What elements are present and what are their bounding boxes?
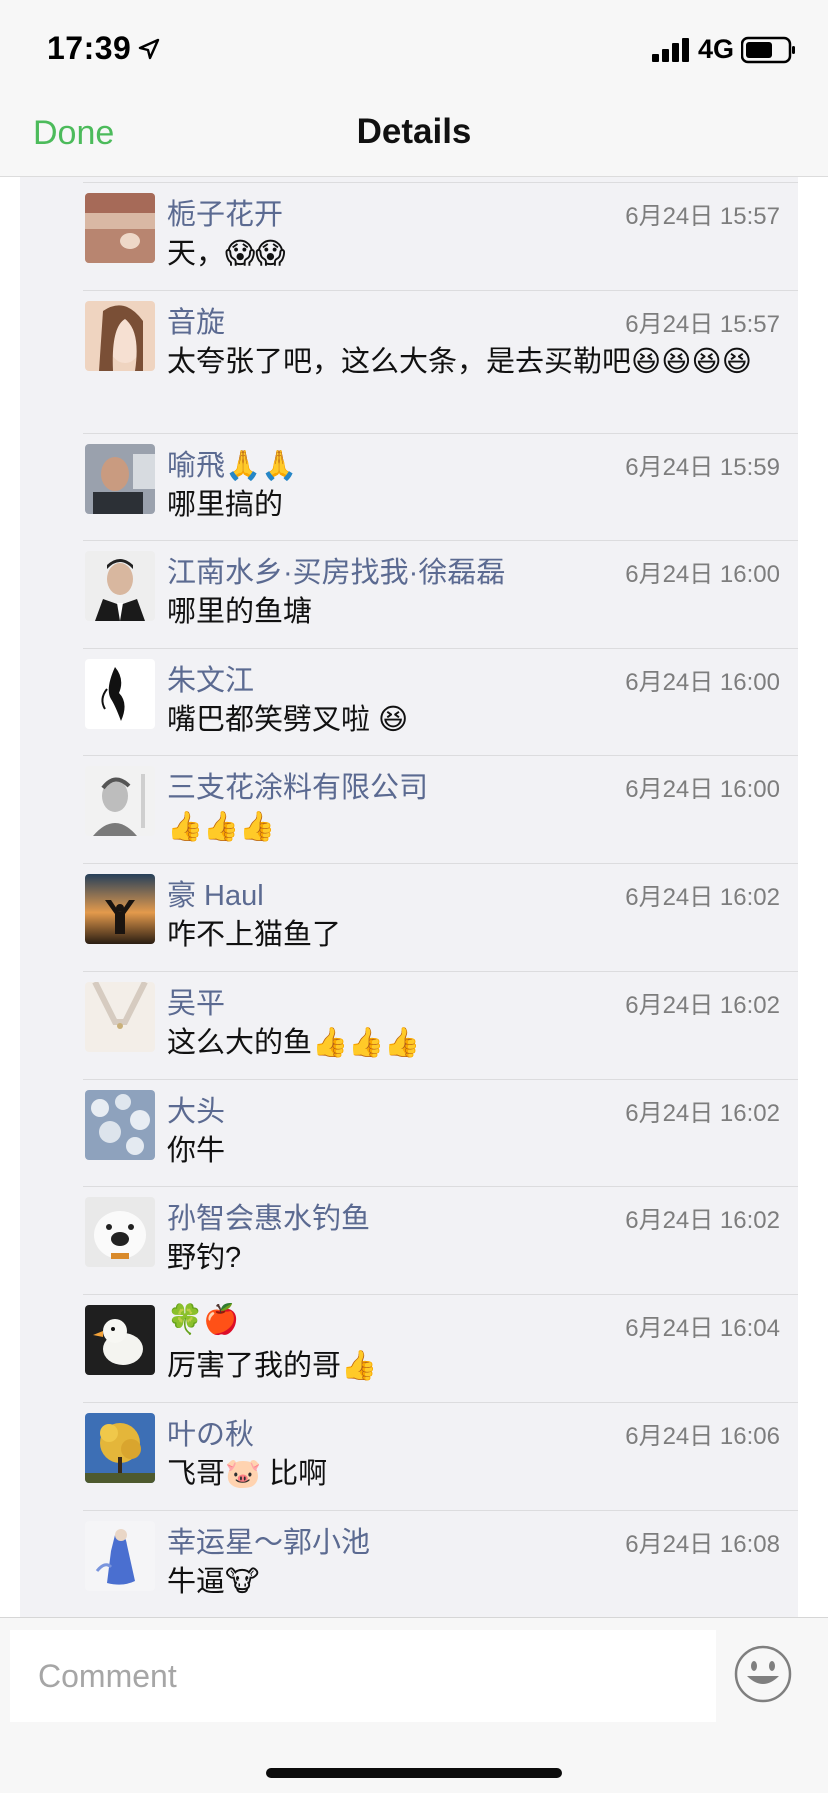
comment-time: 6月24日 16:00 bbox=[625, 561, 780, 588]
comment-row[interactable]: 幸运星～郭小池 6月24日 16:08 牛逼🐮 bbox=[83, 1510, 798, 1617]
comment-time: 6月24日 16:02 bbox=[625, 992, 780, 1019]
commenter-name[interactable]: 江南水乡·买房找我·徐磊磊 bbox=[167, 549, 505, 591]
comment-row[interactable]: 豪 Haul 6月24日 16:02 咋不上猫鱼了 bbox=[83, 863, 798, 971]
comment-row[interactable]: 音旋 6月24日 15:57 太夸张了吧，这么大条，是去买勒吧😆😆😆😆 bbox=[83, 290, 798, 434]
comment-row[interactable]: 三支花涂料有限公司 6月24日 16:00 👍👍👍 bbox=[83, 755, 798, 863]
comment-row[interactable]: 大头 6月24日 16:02 你牛 bbox=[83, 1079, 798, 1187]
comment-panel: 栀子花开 6月24日 15:57 天，😱😱 音旋 6月24日 15:57 太夸张… bbox=[20, 177, 798, 1617]
comment-row[interactable]: 朱文江 6月24日 16:00 嘴巴都笑劈叉啦 😆 bbox=[83, 648, 798, 756]
comment-time: 6月24日 16:06 bbox=[625, 1423, 780, 1450]
comment-time: 6月24日 16:00 bbox=[625, 776, 780, 803]
home-indicator bbox=[266, 1768, 562, 1778]
emoji-icon[interactable] bbox=[733, 1644, 793, 1704]
commenter-name[interactable]: 栀子花开 bbox=[167, 191, 283, 233]
commenter-name[interactable]: 三支花涂料有限公司 bbox=[167, 764, 428, 806]
network-type-label: 4G bbox=[698, 34, 735, 64]
comment-row[interactable]: 🍀🍎 6月24日 16:04 厉害了我的哥👍 bbox=[83, 1294, 798, 1402]
comment-time: 6月24日 16:08 bbox=[625, 1531, 780, 1558]
battery-icon bbox=[741, 36, 795, 64]
comment-avatar[interactable] bbox=[85, 444, 155, 514]
comment-time: 6月24日 16:02 bbox=[625, 1207, 780, 1234]
commenter-name[interactable]: 孙智会惠水钓鱼 bbox=[167, 1195, 370, 1237]
commenter-name[interactable]: 豪 Haul bbox=[167, 872, 264, 914]
comment-row[interactable]: 吴平 6月24日 16:02 这么大的鱼👍👍👍 bbox=[83, 971, 798, 1079]
comment-avatar[interactable] bbox=[85, 1090, 155, 1160]
comment-row[interactable]: 江南水乡·买房找我·徐磊磊 6月24日 16:00 哪里的鱼塘 bbox=[83, 540, 798, 648]
comment-text: 这么大的鱼👍👍👍 bbox=[167, 1027, 421, 1059]
commenter-name[interactable]: 🍀🍎 bbox=[167, 1303, 239, 1337]
comment-avatar[interactable] bbox=[85, 659, 155, 729]
comment-avatar[interactable] bbox=[85, 193, 155, 263]
location-arrow-icon bbox=[138, 38, 160, 60]
comment-time: 6月24日 16:00 bbox=[625, 669, 780, 696]
comment-avatar[interactable] bbox=[85, 874, 155, 944]
comment-avatar[interactable] bbox=[85, 1197, 155, 1267]
page-title: Details bbox=[356, 112, 472, 151]
comment-row[interactable]: 喻飛🙏🙏 6月24日 15:59 哪里搞的 bbox=[83, 433, 798, 541]
comment-text: 牛逼🐮 bbox=[167, 1566, 260, 1598]
navigation-bar: Done Details bbox=[0, 96, 828, 177]
commenter-name[interactable]: 喻飛🙏🙏 bbox=[167, 442, 297, 484]
comment-time: 6月24日 16:02 bbox=[625, 1100, 780, 1127]
comment-time: 6月24日 15:57 bbox=[625, 203, 780, 230]
comment-time: 6月24日 16:02 bbox=[625, 884, 780, 911]
comment-avatar[interactable] bbox=[85, 766, 155, 836]
commenter-name[interactable]: 大头 bbox=[167, 1088, 225, 1130]
comment-text: 太夸张了吧，这么大条，是去买勒吧😆😆😆😆 bbox=[167, 346, 752, 378]
comment-text: 野钓? bbox=[167, 1242, 242, 1274]
comment-text: 厉害了我的哥👍 bbox=[167, 1350, 378, 1382]
comment-row[interactable]: 叶の秋 6月24日 16:06 飞哥🐷 比啊 bbox=[83, 1402, 798, 1510]
commenter-name[interactable]: 幸运星～郭小池 bbox=[167, 1519, 370, 1561]
comment-text: 你牛 bbox=[167, 1135, 226, 1167]
comment-text: 天，😱😱 bbox=[167, 238, 286, 270]
comment-text: 飞哥🐷 比啊 bbox=[167, 1458, 328, 1490]
comment-avatar[interactable] bbox=[85, 982, 155, 1052]
comment-avatar[interactable] bbox=[85, 1521, 155, 1591]
comment-text: 哪里的鱼塘 bbox=[167, 596, 313, 628]
status-time: 17:39 bbox=[47, 30, 132, 66]
comment-time: 6月24日 16:04 bbox=[625, 1315, 780, 1342]
commenter-name[interactable]: 叶の秋 bbox=[167, 1411, 254, 1453]
comment-input[interactable] bbox=[10, 1630, 716, 1722]
comment-text: 咋不上猫鱼了 bbox=[167, 919, 342, 951]
comment-avatar[interactable] bbox=[85, 1413, 155, 1483]
commenter-name[interactable]: 朱文江 bbox=[167, 657, 254, 699]
comment-text: 👍👍👍 bbox=[167, 811, 276, 843]
comment-text: 嘴巴都笑劈叉啦 😆 bbox=[167, 704, 409, 736]
cellular-signal-icon bbox=[652, 38, 689, 62]
commenter-name[interactable]: 吴平 bbox=[167, 980, 225, 1022]
comment-avatar[interactable] bbox=[85, 1305, 155, 1375]
comment-avatar[interactable] bbox=[85, 301, 155, 371]
comment-input-bar bbox=[0, 1617, 828, 1793]
comment-time: 6月24日 15:57 bbox=[625, 311, 780, 338]
comment-text: 哪里搞的 bbox=[167, 489, 284, 521]
comment-row[interactable]: 孙智会惠水钓鱼 6月24日 16:02 野钓? bbox=[83, 1186, 798, 1294]
status-bar: 17:39 4G bbox=[0, 0, 828, 96]
comment-scroll-area[interactable]: 栀子花开 6月24日 15:57 天，😱😱 音旋 6月24日 15:57 太夸张… bbox=[0, 177, 828, 1617]
comment-row[interactable]: 栀子花开 6月24日 15:57 天，😱😱 bbox=[83, 182, 798, 290]
comment-avatar[interactable] bbox=[85, 551, 155, 621]
comment-time: 6月24日 15:59 bbox=[625, 454, 780, 481]
commenter-name[interactable]: 音旋 bbox=[167, 299, 225, 341]
